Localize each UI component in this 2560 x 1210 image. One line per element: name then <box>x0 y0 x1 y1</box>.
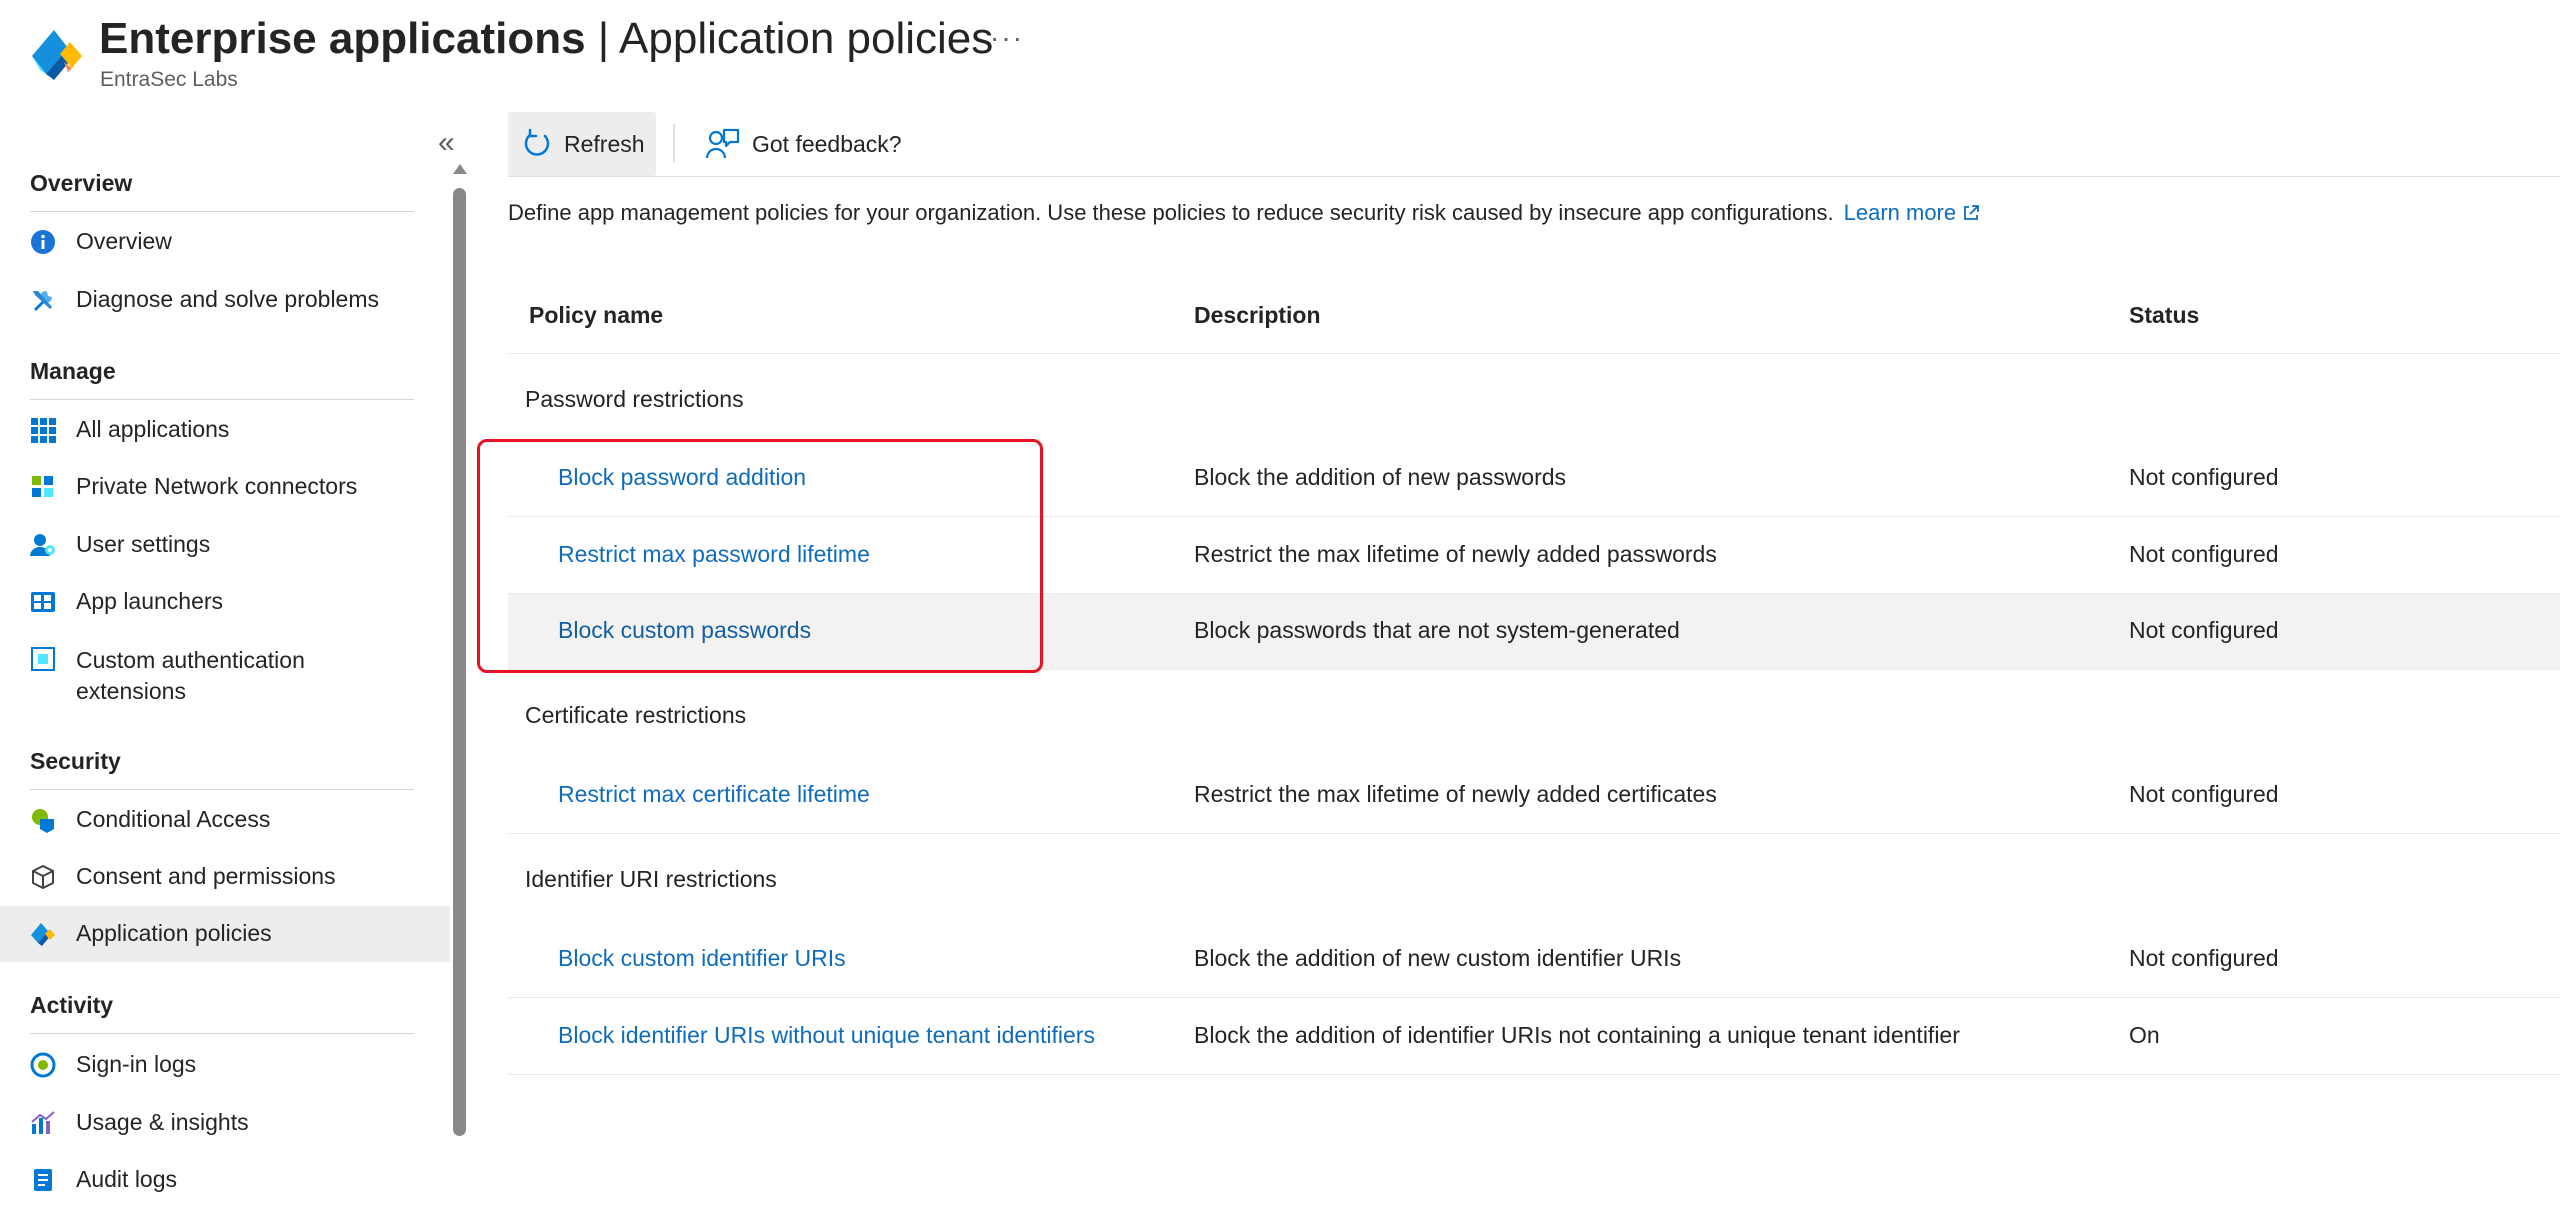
sidebar-item-overview[interactable]: Overview <box>0 214 450 270</box>
sign-in-logs-icon <box>30 1052 56 1078</box>
policy-description: Block the addition of new custom identif… <box>1194 945 1682 971</box>
application-policies-icon <box>31 923 55 946</box>
sidebar-item-consent-permissions[interactable]: Consent and permissions <box>0 849 450 905</box>
external-link-icon <box>1964 205 1980 220</box>
sidebar-item-diagnose[interactable]: Diagnose and solve problems <box>0 272 450 328</box>
policy-description: Restrict the max lifetime of newly added… <box>1194 541 1717 567</box>
sidebar-item-conditional-access[interactable]: Conditional Access <box>0 792 450 848</box>
connector-icon <box>32 476 53 497</box>
highlight-box <box>477 439 1043 673</box>
policy-description: Restrict the max lifetime of newly added… <box>1194 781 1717 807</box>
enterprise-apps-logo-icon <box>32 30 82 80</box>
policy-status: Not configured <box>2129 464 2279 490</box>
app-launcher-icon <box>31 592 55 612</box>
sidebar-item-label: Conditional Access <box>76 806 271 832</box>
policy-link[interactable]: Block identifier URIs without unique ten… <box>558 1022 1095 1049</box>
sidebar-item-label: Diagnose and solve problems <box>76 286 380 312</box>
column-header-status[interactable]: Status <box>2129 302 2199 329</box>
sidebar-item-custom-auth-extensions[interactable]: Custom authentication extensions <box>0 631 450 711</box>
sidebar-item-label: App launchers <box>76 588 224 614</box>
policy-link[interactable]: Block custom identifier URIs <box>558 945 846 972</box>
cube-icon <box>32 865 54 889</box>
section-heading-manage: Manage <box>30 358 116 384</box>
sidebar-item-all-applications[interactable]: All applications <box>0 402 450 458</box>
audit-logs-icon <box>34 1169 52 1191</box>
sidebar-item-audit-logs[interactable]: Audit logs <box>0 1152 450 1208</box>
sidebar-item-label: Custom authentication extensions <box>76 647 305 704</box>
refresh-label: Refresh <box>564 131 645 157</box>
conditional-access-icon <box>32 809 54 833</box>
sidebar-item-user-settings[interactable]: User settings <box>0 517 450 573</box>
sidebar-item-usage-insights[interactable]: Usage & insights <box>0 1095 450 1151</box>
sidebar-item-application-policies[interactable]: Application policies <box>0 906 450 962</box>
sidebar-item-sign-in-logs[interactable]: Sign-in logs <box>0 1037 450 1093</box>
learn-more-label: Learn more <box>1843 200 1957 225</box>
policy-status: Not configured <box>2129 945 2279 971</box>
divider <box>30 399 414 400</box>
sidebar-item-private-network-connectors[interactable]: Private Network connectors <box>0 459 450 515</box>
more-options-button[interactable]: ··· <box>990 22 1024 54</box>
grid-icon <box>31 418 56 443</box>
sidebar-item-label: Private Network connectors <box>76 473 358 499</box>
policy-status: Not configured <box>2129 617 2279 643</box>
page-title: Enterprise applications | Application po… <box>99 14 994 63</box>
policy-link[interactable]: Restrict max certificate lifetime <box>558 781 870 808</box>
sidebar-item-label: Usage & insights <box>76 1109 249 1135</box>
scroll-up-arrow-icon[interactable] <box>453 164 467 174</box>
group-header-identifier-uri-restrictions: Identifier URI restrictions <box>525 866 777 892</box>
info-icon <box>31 230 55 254</box>
chart-icon <box>31 1111 55 1134</box>
policy-description: Block the addition of identifier URIs no… <box>1194 1022 1960 1048</box>
feedback-button[interactable]: Got feedback? <box>700 112 920 176</box>
policy-description: Block passwords that are not system-gene… <box>1194 617 1680 643</box>
feedback-label: Got feedback? <box>752 131 902 157</box>
refresh-button[interactable]: Refresh <box>508 112 656 176</box>
divider <box>30 789 414 790</box>
section-heading-overview: Overview <box>30 170 133 196</box>
extension-icon <box>31 647 55 671</box>
sidebar-item-app-launchers[interactable]: App launchers <box>0 574 450 630</box>
policy-status: Not configured <box>2129 781 2279 807</box>
policy-status: Not configured <box>2129 541 2279 567</box>
sidebar-item-label: All applications <box>76 416 230 442</box>
group-header-password-restrictions: Password restrictions <box>525 386 744 412</box>
table-row[interactable]: Block custom identifier URIs Block the a… <box>508 922 2560 998</box>
description-text: Define app management policies for your … <box>508 200 1834 225</box>
collapse-sidebar-button[interactable]: « <box>438 128 455 158</box>
sidebar-item-label: User settings <box>76 531 211 557</box>
table-row[interactable]: Block identifier URIs without unique ten… <box>508 999 2560 1075</box>
sidebar-item-label: Consent and permissions <box>76 863 336 889</box>
sidebar-item-label: Audit logs <box>76 1166 178 1192</box>
toolbar-divider <box>673 124 675 162</box>
divider <box>30 1033 414 1034</box>
sidebar-scrollbar[interactable] <box>453 188 466 1136</box>
section-heading-security: Security <box>30 748 121 774</box>
wrench-icon <box>33 291 52 311</box>
refresh-icon <box>524 128 550 156</box>
policy-description: Block the addition of new passwords <box>1194 464 1567 490</box>
column-header-description[interactable]: Description <box>1194 302 1321 329</box>
feedback-icon <box>706 128 740 159</box>
toolbar-divider-line <box>508 176 2560 177</box>
learn-more-link[interactable]: Learn more <box>1844 200 1981 225</box>
section-heading-activity: Activity <box>30 992 114 1018</box>
user-settings-icon <box>30 534 55 556</box>
policy-status: On <box>2129 1022 2160 1048</box>
group-header-certificate-restrictions: Certificate restrictions <box>525 702 747 728</box>
page-description: Define app management policies for your … <box>508 200 1980 226</box>
column-header-policy-name[interactable]: Policy name <box>529 302 663 329</box>
sidebar-item-label: Sign-in logs <box>76 1051 197 1077</box>
divider <box>30 211 414 212</box>
sidebar-item-label: Overview <box>76 228 172 254</box>
table-row[interactable]: Restrict max certificate lifetime Restri… <box>508 758 2560 834</box>
tenant-name: EntraSec Labs <box>100 68 238 91</box>
sidebar-item-label: Application policies <box>76 920 272 946</box>
header-divider <box>508 353 2560 354</box>
